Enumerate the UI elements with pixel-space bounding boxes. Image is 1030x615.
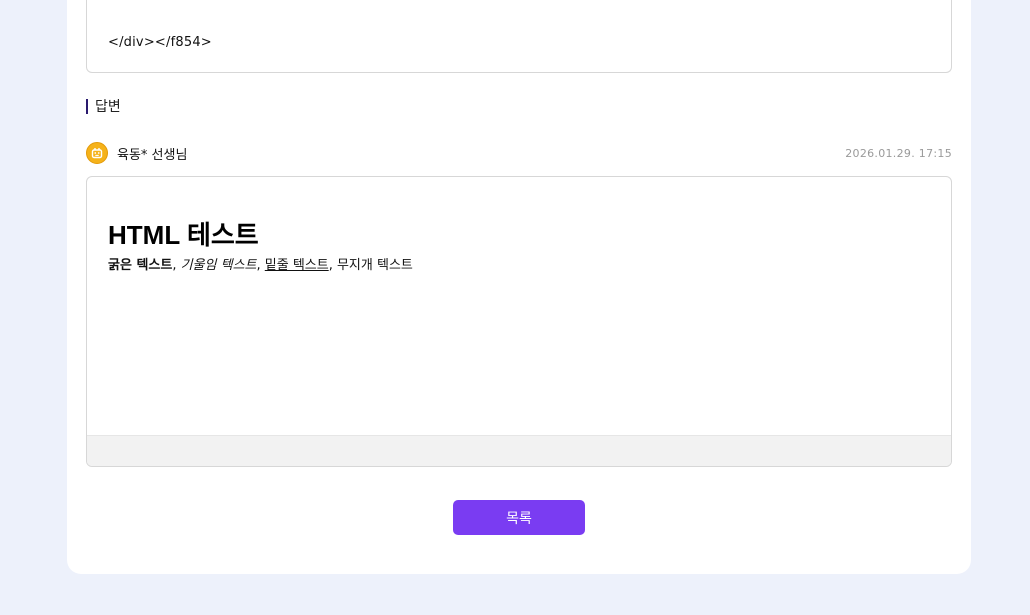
answer-heading-label: 답변 <box>95 99 121 115</box>
answer-content-box: HTML 테스트 굵은 텍스트, 기울임 텍스트, 밑줄 텍스트, 무지개 텍스… <box>86 176 952 467</box>
answer-footer-bar <box>87 435 951 466</box>
answer-date: 2026.01.29. 17:15 <box>845 146 952 160</box>
answer-author-row: 육동* 선생님 2026.01.29. 17:15 <box>86 141 952 165</box>
author-name: 육동* 선생님 <box>117 147 188 163</box>
author-info: 육동* 선생님 <box>86 142 187 164</box>
rainbow-text: 무지개 텍스트 <box>336 258 413 273</box>
question-code-text: </div></f854> <box>108 35 212 50</box>
teacher-avatar-icon <box>86 142 108 164</box>
separator: , <box>328 258 337 273</box>
underline-text: 밑줄 텍스트 <box>264 258 329 273</box>
answer-styled-line: 굵은 텍스트, 기울임 텍스트, 밑줄 텍스트, 무지개 텍스트 <box>108 254 413 273</box>
list-button[interactable]: 목록 <box>453 500 585 535</box>
separator: , <box>172 258 181 273</box>
answer-title: HTML 테스트 <box>108 220 259 250</box>
answer-content: HTML 테스트 굵은 텍스트, 기울임 텍스트, 밑줄 텍스트, 무지개 텍스… <box>108 219 413 273</box>
heading-bar <box>86 98 88 114</box>
separator: , <box>256 258 265 273</box>
question-content-box: </div></f854> <box>86 0 952 73</box>
italic-text: 기울임 텍스트 <box>180 258 257 273</box>
answer-heading: 답변 <box>86 97 121 115</box>
bold-text: 굵은 텍스트 <box>108 258 173 273</box>
